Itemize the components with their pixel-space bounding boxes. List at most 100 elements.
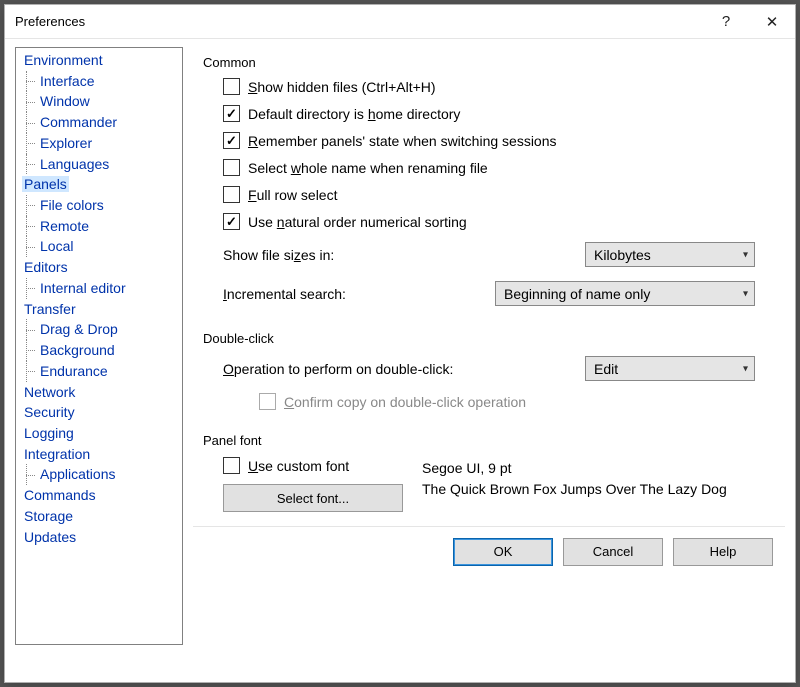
- checkbox-label: Full row select: [248, 187, 337, 203]
- checkbox-use-custom-font[interactable]: Use custom font: [223, 457, 403, 474]
- checkbox-label: Use custom font: [248, 458, 349, 474]
- tree-item-internal-editor[interactable]: Internal editor: [20, 278, 182, 299]
- checkbox-label: Use natural order numerical sorting: [248, 214, 467, 230]
- font-preview-name: Segoe UI, 9 pt: [422, 458, 754, 479]
- tree-item-endurance[interactable]: Endurance: [20, 361, 182, 382]
- tree-item-label: Explorer: [38, 135, 94, 151]
- tree-item-label: Storage: [22, 508, 75, 524]
- tree-item-label: Internal editor: [38, 280, 128, 296]
- tree-item-logging[interactable]: Logging: [20, 423, 182, 444]
- field-incremental-search: Incremental search: Beginning of name on…: [203, 274, 775, 313]
- tree-item-label: Background: [38, 342, 117, 358]
- tree-item-label: Commands: [22, 487, 98, 503]
- ok-button[interactable]: OK: [453, 538, 553, 566]
- tree-item-remote[interactable]: Remote: [20, 216, 182, 237]
- select-double-click-operation[interactable]: Edit ▾: [585, 356, 755, 381]
- tree-item-editors[interactable]: Editors: [20, 257, 182, 278]
- tree-item-languages[interactable]: Languages: [20, 154, 182, 175]
- group-panel-font-title: Panel font: [203, 433, 775, 451]
- select-value: Kilobytes: [594, 247, 651, 263]
- field-file-sizes: Show file sizes in: Kilobytes ▾: [203, 235, 775, 274]
- tree-item-label: Logging: [22, 425, 76, 441]
- tree-item-updates[interactable]: Updates: [20, 527, 182, 548]
- chevron-down-icon: ▾: [743, 288, 748, 299]
- tree-item-drag-drop[interactable]: Drag & Drop: [20, 319, 182, 340]
- settings-panel: Common Show hidden files (Ctrl+Alt+H) ✓ …: [193, 47, 785, 682]
- tree-item-label: Transfer: [22, 301, 78, 317]
- checkbox-label: Select whole name when renaming file: [248, 160, 488, 176]
- close-button[interactable]: ✕: [749, 5, 795, 38]
- checkbox-label: Remember panels' state when switching se…: [248, 133, 557, 149]
- select-font-button[interactable]: Select font...: [223, 484, 403, 512]
- tree-item-commands[interactable]: Commands: [20, 485, 182, 506]
- font-preview-sample: The Quick Brown Fox Jumps Over The Lazy …: [422, 479, 754, 500]
- tree-item-label: Interface: [38, 73, 96, 89]
- checkbox-confirm-copy: Confirm copy on double-click operation: [203, 388, 775, 415]
- tree-item-label: Commander: [38, 114, 119, 130]
- tree-item-panels[interactable]: Panels: [20, 174, 182, 195]
- checkbox-full-row-select[interactable]: Full row select: [203, 181, 775, 208]
- tree-item-security[interactable]: Security: [20, 402, 182, 423]
- tree-item-label: Integration: [22, 446, 92, 462]
- checkbox-label: Confirm copy on double-click operation: [284, 394, 526, 410]
- tree-item-background[interactable]: Background: [20, 340, 182, 361]
- checkbox-remember-panels[interactable]: ✓ Remember panels' state when switching …: [203, 127, 775, 154]
- checkbox-natural-order[interactable]: ✓ Use natural order numerical sorting: [203, 208, 775, 235]
- field-label: Incremental search:: [223, 286, 483, 302]
- field-double-click-operation: Operation to perform on double-click: Ed…: [203, 349, 775, 388]
- checkbox-show-hidden-files[interactable]: Show hidden files (Ctrl+Alt+H): [203, 73, 775, 100]
- checkbox-icon: [223, 457, 240, 474]
- tree-item-label: Drag & Drop: [38, 321, 120, 337]
- checkbox-icon: [223, 78, 240, 95]
- select-file-sizes[interactable]: Kilobytes ▾: [585, 242, 755, 267]
- font-preview: Segoe UI, 9 pt The Quick Brown Fox Jumps…: [421, 457, 755, 512]
- tree-item-applications[interactable]: Applications: [20, 464, 182, 485]
- tree-item-label: Network: [22, 384, 77, 400]
- tree-item-label: Editors: [22, 259, 70, 275]
- tree-item-local[interactable]: Local: [20, 236, 182, 257]
- tree-item-label: File colors: [38, 197, 106, 213]
- group-double-click-title: Double-click: [203, 331, 775, 349]
- tree-item-file-colors[interactable]: File colors: [20, 195, 182, 216]
- dialog-footer: OK Cancel Help: [193, 526, 785, 576]
- tree-item-label: Environment: [22, 52, 105, 68]
- checkbox-icon: [259, 393, 276, 410]
- tree-item-label: Applications: [38, 466, 118, 482]
- tree-item-explorer[interactable]: Explorer: [20, 133, 182, 154]
- help-button[interactable]: Help: [673, 538, 773, 566]
- checkbox-icon: [223, 159, 240, 176]
- checkbox-label: Default directory is home directory: [248, 106, 460, 122]
- select-value: Edit: [594, 361, 618, 377]
- select-value: Beginning of name only: [504, 286, 650, 302]
- checkbox-label: Show hidden files (Ctrl+Alt+H): [248, 79, 436, 95]
- tree-item-storage[interactable]: Storage: [20, 506, 182, 527]
- group-panel-font: Panel font Use custom font Select font..…: [193, 427, 785, 526]
- group-common-title: Common: [203, 55, 775, 73]
- chevron-down-icon: ▾: [743, 363, 748, 374]
- tree-item-environment[interactable]: Environment: [20, 50, 182, 71]
- group-common: Common Show hidden files (Ctrl+Alt+H) ✓ …: [193, 49, 785, 323]
- group-double-click: Double-click Operation to perform on dou…: [193, 325, 785, 425]
- tree-item-integration[interactable]: Integration: [20, 444, 182, 465]
- checkbox-default-directory[interactable]: ✓ Default directory is home directory: [203, 100, 775, 127]
- checkbox-icon: ✓: [223, 105, 240, 122]
- tree-item-interface[interactable]: Interface: [20, 71, 182, 92]
- preferences-dialog: Preferences ? ✕ Environment Interface Wind…: [4, 4, 796, 683]
- tree-item-label: Updates: [22, 529, 78, 545]
- checkbox-icon: [223, 186, 240, 203]
- cancel-button[interactable]: Cancel: [563, 538, 663, 566]
- help-button[interactable]: ?: [703, 5, 749, 38]
- tree-item-commander[interactable]: Commander: [20, 112, 182, 133]
- field-label: Show file sizes in:: [223, 247, 483, 263]
- category-tree[interactable]: Environment Interface Window Commander Explo…: [15, 47, 183, 645]
- tree-item-label: Remote: [38, 218, 91, 234]
- select-incremental-search[interactable]: Beginning of name only ▾: [495, 281, 755, 306]
- tree-item-transfer[interactable]: Transfer: [20, 299, 182, 320]
- tree-item-window[interactable]: Window: [20, 91, 182, 112]
- tree-item-label: Local: [38, 238, 75, 254]
- tree-item-label: Endurance: [38, 363, 110, 379]
- dialog-title: Preferences: [15, 14, 703, 29]
- checkbox-select-whole-name[interactable]: Select whole name when renaming file: [203, 154, 775, 181]
- field-label: Operation to perform on double-click:: [223, 361, 543, 377]
- tree-item-network[interactable]: Network: [20, 382, 182, 403]
